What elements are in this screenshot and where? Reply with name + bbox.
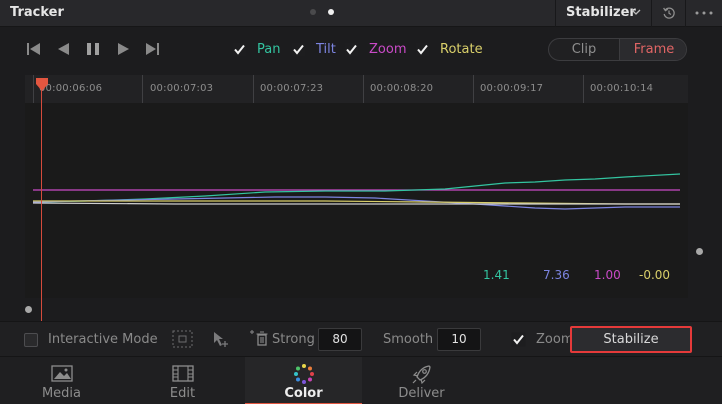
- rotate-label: Rotate: [440, 42, 483, 57]
- tracker-graph[interactable]: 00:00:06:06 00:00:07:03 00:00:07:23 00:0…: [25, 75, 688, 326]
- media-icon: [51, 365, 73, 382]
- step-back-icon: [58, 43, 69, 55]
- pause-button[interactable]: [84, 40, 104, 58]
- mode-dropdown-label: Stabilizer: [566, 5, 636, 20]
- jump-to-end-icon: [146, 43, 159, 55]
- checkmark-icon: [415, 42, 430, 57]
- checkmark-icon: [232, 42, 247, 57]
- page-dot[interactable]: [310, 9, 316, 15]
- more-options-button[interactable]: [687, 0, 722, 27]
- tilt-readout: 7.36: [543, 268, 570, 282]
- jump-to-end-button[interactable]: [143, 40, 163, 58]
- nav-media-label: Media: [41, 386, 82, 401]
- frame-toggle-button[interactable]: Frame: [619, 39, 686, 60]
- clip-toggle-button[interactable]: Clip: [549, 39, 619, 60]
- checkmark-icon: [291, 42, 306, 57]
- mode-dropdown[interactable]: Stabilizer: [555, 0, 652, 27]
- deliver-icon: [412, 365, 431, 385]
- zoom-track-label: Zoom: [369, 42, 407, 57]
- timeline-ruler[interactable]: 00:00:06:06 00:00:07:03 00:00:07:23 00:0…: [25, 75, 688, 103]
- nav-edit[interactable]: Edit: [124, 357, 241, 404]
- pan-readout: 1.41: [483, 268, 510, 282]
- rotate-readout: -0.00: [639, 268, 671, 282]
- panel-header: Tracker Stabilizer: [0, 0, 722, 27]
- ruler-tick: [473, 75, 474, 103]
- reset-icon: [663, 7, 675, 19]
- timecode-label: 00:00:09:17: [480, 83, 544, 94]
- play-button[interactable]: [114, 40, 134, 58]
- timecode-label: 00:00:10:14: [590, 83, 654, 94]
- interactive-mode-label: Interactive Mode: [48, 332, 158, 347]
- zoom-checkbox-stabilize[interactable]: [511, 332, 526, 347]
- nav-media[interactable]: Media: [3, 357, 120, 404]
- color-icon: [294, 364, 314, 384]
- stabilizer-options-bar: Interactive Mode Strong 80 Smooth 10 Zoo…: [0, 321, 722, 356]
- smooth-input[interactable]: 10: [437, 328, 481, 351]
- more-icon: [695, 11, 713, 15]
- timecode-label: 00:00:07:03: [150, 83, 214, 94]
- checkmark-icon: [344, 42, 359, 57]
- step-back-button[interactable]: [55, 40, 75, 58]
- page-navigation: Media Edit Color Deliver: [0, 356, 722, 404]
- nav-color-label: Color: [284, 386, 323, 401]
- interactive-mode-checkbox[interactable]: [24, 333, 38, 347]
- tracker-curves: [32, 173, 681, 210]
- page-dot-active[interactable]: [328, 9, 334, 15]
- timecode-label: 00:00:08:20: [370, 83, 434, 94]
- playhead-line[interactable]: [41, 81, 42, 326]
- vertical-zoom-handle[interactable]: [696, 248, 703, 255]
- reset-button[interactable]: [652, 0, 686, 27]
- chevron-down-icon: [631, 9, 641, 15]
- delete-tracking-point-icon[interactable]: [248, 329, 270, 347]
- zoom-option-label: Zoom: [536, 332, 574, 347]
- pause-icon: [87, 43, 99, 55]
- panel-title: Tracker: [10, 5, 64, 20]
- playhead-marker-icon[interactable]: [35, 78, 49, 92]
- nav-deliver-label: Deliver: [398, 386, 445, 401]
- edit-icon: [172, 365, 194, 382]
- jump-to-start-icon: [27, 43, 40, 55]
- horizontal-zoom-handle[interactable]: [25, 306, 32, 313]
- ruler-tick: [583, 75, 584, 103]
- nav-color[interactable]: Color: [245, 357, 362, 404]
- ruler-tick: [142, 75, 143, 103]
- nav-deliver[interactable]: Deliver: [363, 357, 480, 404]
- select-region-icon[interactable]: [172, 330, 193, 348]
- smooth-label: Smooth: [383, 332, 434, 347]
- stabilize-button[interactable]: Stabilize: [570, 326, 692, 353]
- timecode-label: 00:00:07:23: [260, 83, 324, 94]
- ruler-tick: [363, 75, 364, 103]
- track-options: Pan Tilt Zoom Rotate: [232, 41, 492, 59]
- zoom-readout: 1.00: [594, 268, 621, 282]
- nav-edit-label: Edit: [169, 386, 196, 401]
- strong-label: Strong: [272, 332, 315, 347]
- jump-to-start-button[interactable]: [25, 40, 45, 58]
- ruler-tick: [33, 75, 34, 103]
- ruler-tick: [253, 75, 254, 103]
- strong-input[interactable]: 80: [318, 328, 362, 351]
- tilt-label: Tilt: [316, 42, 336, 57]
- pan-label: Pan: [257, 42, 281, 57]
- play-icon: [118, 43, 129, 55]
- add-tracking-point-icon[interactable]: [212, 330, 230, 348]
- clip-frame-toggle: Clip Frame: [548, 38, 687, 61]
